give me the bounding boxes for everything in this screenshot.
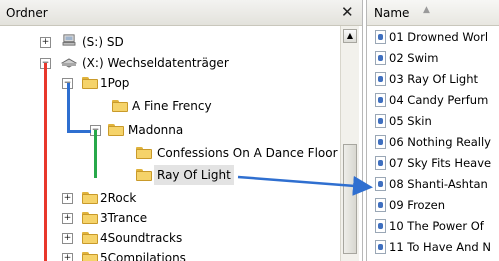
tree-item-a-fine-frency[interactable]: A Fine Frency <box>0 96 340 116</box>
audio-file-icon <box>375 135 386 149</box>
file-list-item[interactable]: 04 Candy Perfum <box>367 90 499 110</box>
file-name: 03 Ray Of Light <box>389 72 478 86</box>
file-list-item[interactable]: 02 Swim <box>367 48 499 68</box>
expand-icon[interactable]: + <box>62 253 73 261</box>
tree-item-label: 3Trance <box>100 211 148 225</box>
file-name: 07 Sky Fits Heave <box>389 156 492 170</box>
file-name: 01 Drowned Worl <box>389 30 489 44</box>
removable-drive-icon <box>61 58 77 68</box>
blue-guide-line-horizontal <box>67 130 91 133</box>
tree-item-label: (S:) SD <box>82 35 124 49</box>
file-list-item[interactable]: 10 The Power Of <box>367 216 499 236</box>
folder-icon <box>136 147 152 159</box>
folder-pane: Ordner ✕ + (S:) SD − (X:) Wechseldatentr… <box>0 0 363 261</box>
audio-file-icon <box>375 51 386 65</box>
folder-icon <box>82 252 98 261</box>
audio-file-icon <box>375 198 386 212</box>
file-list-pane: Name ▲ 01 Drowned Worl 02 Swim 03 Ray Of L… <box>366 0 499 261</box>
folder-pane-title: Ordner <box>6 6 48 20</box>
tree-item-label: Confessions On A Dance Floor <box>157 146 338 160</box>
file-name: 09 Frozen <box>389 198 445 212</box>
tree-item-1pop[interactable]: − 1Pop <box>0 73 340 93</box>
file-name: 04 Candy Perfum <box>389 93 489 107</box>
folder-pane-header: Ordner ✕ <box>0 0 362 26</box>
tree-scrollbar[interactable]: ▲ <box>340 26 359 261</box>
file-list-item[interactable]: 11 To Have And N <box>367 237 499 257</box>
expand-icon[interactable]: + <box>62 233 73 244</box>
folder-icon <box>82 232 98 244</box>
file-name: 10 The Power Of <box>389 219 484 233</box>
tree-item-label: Madonna <box>128 123 184 137</box>
file-name: 08 Shanti-Ashtan <box>389 177 488 191</box>
green-guide-line <box>94 130 97 178</box>
expand-icon[interactable]: + <box>62 213 73 224</box>
audio-file-icon <box>375 219 386 233</box>
folder-icon <box>82 212 98 224</box>
file-list-item[interactable]: 09 Frozen <box>367 195 499 215</box>
tree-item-label: 5Compilations <box>100 251 186 261</box>
audio-file-icon <box>375 177 386 191</box>
blue-guide-line <box>67 83 70 131</box>
folder-icon <box>108 124 124 136</box>
file-list-item[interactable]: 07 Sky Fits Heave <box>367 153 499 173</box>
tree-item-label: 4Soundtracks <box>100 231 183 245</box>
file-list-item[interactable]: 05 Skin <box>367 111 499 131</box>
expand-icon[interactable]: + <box>62 193 73 204</box>
column-header-name[interactable]: Name ▲ <box>367 0 499 26</box>
file-name: 11 To Have And N <box>389 240 491 254</box>
tree-item-label: 2Rock <box>100 191 137 205</box>
network-drive-icon <box>62 34 76 46</box>
folder-icon <box>112 100 128 112</box>
scroll-up-arrow-icon[interactable]: ▲ <box>343 29 357 43</box>
file-list-item[interactable]: 06 Nothing Really <box>367 132 499 152</box>
folder-icon <box>136 169 152 181</box>
folder-tree: + (S:) SD − (X:) Wechseldatenträger − 1P… <box>0 26 340 261</box>
sort-ascending-icon: ▲ <box>423 5 430 15</box>
tree-item-ray-of-light[interactable]: Ray Of Light <box>0 165 340 185</box>
audio-file-icon <box>375 93 386 107</box>
audio-file-icon <box>375 30 386 44</box>
folder-icon <box>82 192 98 204</box>
scrollbar-thumb[interactable] <box>343 144 357 254</box>
tree-item-s-drive[interactable]: + (S:) SD <box>0 32 340 52</box>
audio-file-icon <box>375 240 386 254</box>
file-list-item[interactable]: 03 Ray Of Light <box>367 69 499 89</box>
tree-item-label: (X:) Wechseldatenträger <box>82 56 229 70</box>
audio-file-icon <box>375 156 386 170</box>
tree-item-5compilations[interactable]: + 5Compilations <box>0 248 340 261</box>
column-header-label: Name <box>374 6 410 20</box>
file-list-item[interactable]: 08 Shanti-Ashtan <box>367 174 499 194</box>
tree-item-4soundtracks[interactable]: + 4Soundtracks <box>0 228 340 248</box>
tree-item-3trance[interactable]: + 3Trance <box>0 208 340 228</box>
file-list-item[interactable]: 01 Drowned Worl <box>367 27 499 47</box>
tree-item-label-selected: Ray Of Light <box>154 165 234 185</box>
audio-file-icon <box>375 114 386 128</box>
red-guide-line <box>44 63 47 261</box>
expand-icon[interactable]: + <box>40 37 51 48</box>
tree-item-confessions[interactable]: Confessions On A Dance Floor <box>0 143 340 163</box>
folder-icon <box>82 77 98 89</box>
audio-file-icon <box>375 72 386 86</box>
tree-item-2rock[interactable]: + 2Rock <box>0 188 340 208</box>
file-name: 02 Swim <box>389 51 439 65</box>
file-name: 05 Skin <box>389 114 432 128</box>
close-icon[interactable]: ✕ <box>341 3 354 21</box>
tree-item-label: 1Pop <box>100 76 130 90</box>
tree-item-x-drive[interactable]: − (X:) Wechseldatenträger <box>0 53 340 73</box>
file-name: 06 Nothing Really <box>389 135 491 149</box>
tree-item-madonna[interactable]: − Madonna <box>0 120 340 140</box>
tree-item-label: A Fine Frency <box>132 99 212 113</box>
